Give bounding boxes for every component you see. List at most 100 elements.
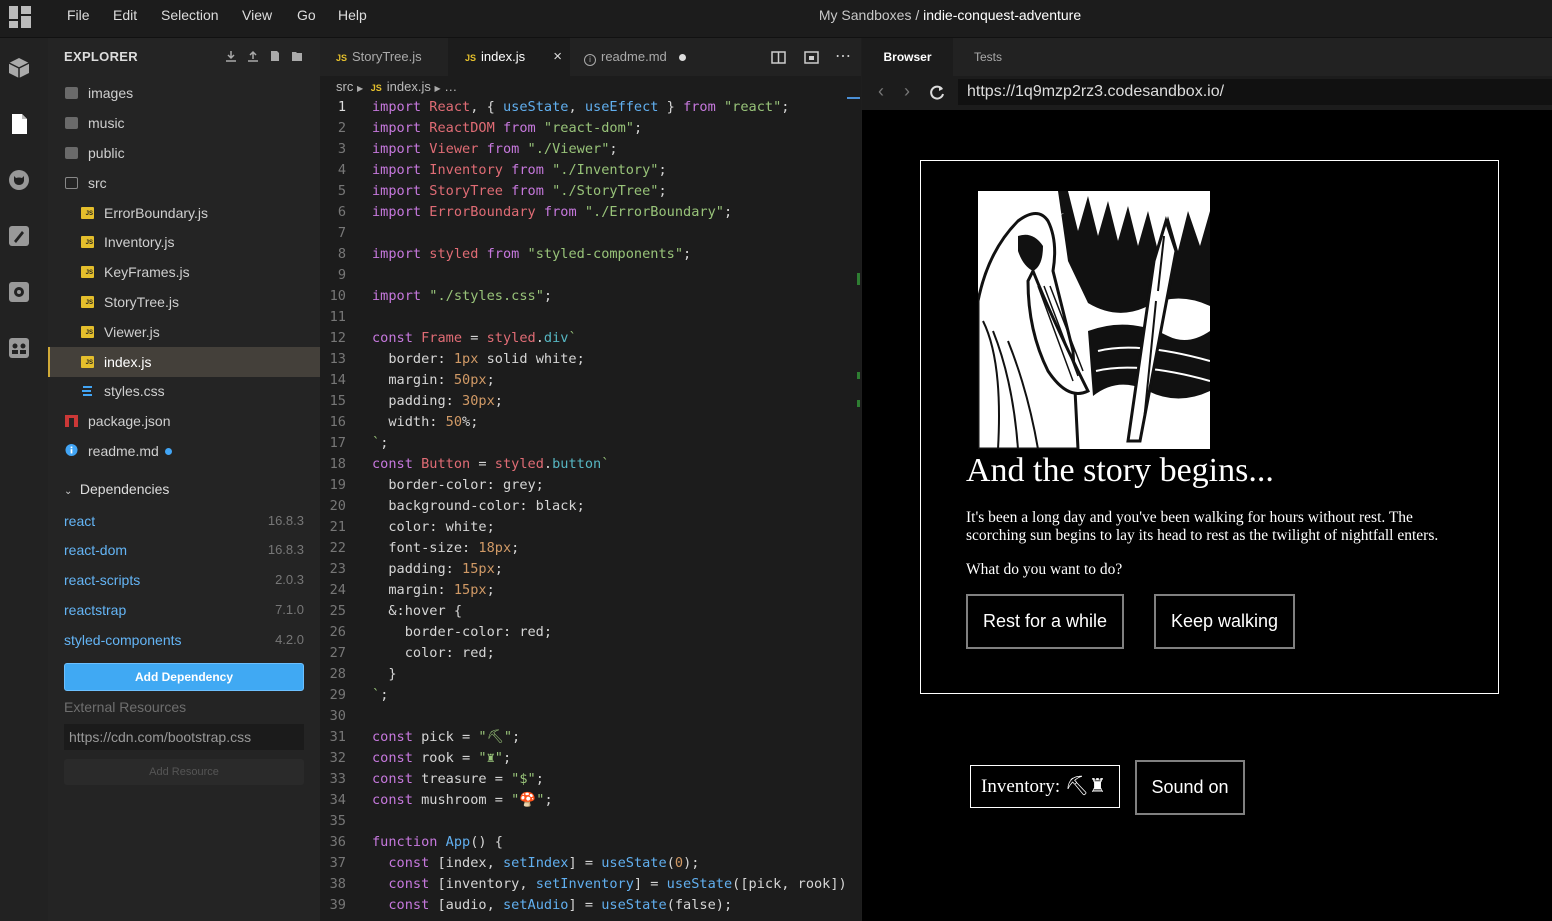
sound-toggle-button[interactable]: Sound on [1135, 760, 1245, 815]
dependency-react-dom[interactable]: react-dom 16.8.3 [64, 535, 304, 565]
tree-folder-images[interactable]: images [48, 78, 320, 108]
add-resource-button[interactable]: Add Resource [64, 759, 304, 785]
refresh-icon[interactable] [928, 84, 946, 102]
tree-file-errorboundary[interactable]: JS ErrorBoundary.js [48, 198, 320, 228]
add-dependency-button[interactable]: Add Dependency [64, 663, 304, 691]
dependency-reactstrap[interactable]: reactstrap 7.1.0 [64, 595, 304, 625]
line-number: 35 [329, 813, 346, 829]
code-line: padding: 15px; [372, 561, 503, 577]
js-file-icon: JS [336, 53, 348, 63]
live-collaboration-icon[interactable] [8, 337, 30, 359]
dependencies-header[interactable]: ⌄ Dependencies [64, 481, 169, 497]
title-prefix: My Sandboxes / [818, 7, 920, 23]
file-label: styles.css [104, 383, 165, 399]
code-line: } [372, 666, 397, 682]
upload-icon[interactable] [247, 50, 259, 62]
tree-file-inventory[interactable]: JS Inventory.js [48, 227, 320, 257]
code-line: const rook = "♜"; [372, 750, 512, 766]
code-editor: JS StoryTree.js JS index.js × i readme.md ⋯ … [320, 38, 861, 921]
forward-icon[interactable]: › [904, 81, 910, 102]
code-line: const pick = "⛏"; [372, 729, 521, 745]
dependency-version: 16.8.3 [267, 542, 304, 557]
line-number: 33 [329, 771, 346, 787]
deploy-rocket-icon[interactable] [8, 225, 30, 247]
rest-button[interactable]: Rest for a while [966, 594, 1124, 649]
tab-tests[interactable]: Tests [974, 38, 1002, 76]
editor-tab-bar: JS StoryTree.js JS index.js × i readme.md ⋯ [320, 38, 861, 76]
new-folder-icon[interactable] [291, 50, 303, 62]
project-info-icon[interactable] [8, 57, 30, 79]
line-number: 20 [329, 498, 346, 514]
code-line: font-size: 18px; [372, 540, 520, 556]
browser-nav-bar: ‹ › https://1q9mzp2rz3.codesandbox.io/ [862, 76, 1552, 110]
line-number: 10 [329, 288, 346, 304]
dependency-react[interactable]: react 16.8.3 [64, 506, 304, 536]
line-number: 36 [329, 834, 346, 850]
tab-storytree[interactable]: JS StoryTree.js [320, 38, 448, 76]
file-label: src [88, 175, 107, 191]
code-line: const treasure = "$"; [372, 771, 544, 787]
story-text: It's been a long day and you've been wal… [966, 509, 1439, 544]
folder-icon [65, 117, 78, 129]
split-editor-icon[interactable] [771, 51, 786, 64]
code-line: border: 1px solid white; [372, 351, 585, 367]
line-number: 19 [329, 477, 346, 493]
new-file-icon[interactable] [269, 50, 281, 62]
code-area[interactable]: 1 import React, { useState, useEffect } f… [320, 97, 861, 921]
file-explorer-icon[interactable] [8, 113, 30, 135]
keep-walking-button[interactable]: Keep walking [1154, 594, 1295, 649]
line-number: 21 [329, 519, 346, 535]
tree-folder-public[interactable]: public [48, 138, 320, 168]
code-line: const [inventory, setInventory] = useSta… [388, 876, 847, 892]
tree-file-keyframes[interactable]: JS KeyFrames.js [48, 257, 320, 287]
close-tab-icon[interactable]: × [553, 38, 562, 76]
info-icon: i [584, 54, 596, 66]
back-icon[interactable]: ‹ [878, 81, 884, 102]
code-line: const Frame = styled.div` [372, 330, 577, 346]
tree-file-storytree[interactable]: JS StoryTree.js [48, 287, 320, 317]
tab-index[interactable]: JS index.js × [448, 38, 570, 76]
line-number: 39 [329, 897, 346, 913]
tree-file-package[interactable]: package.json [48, 406, 320, 436]
file-label: music [88, 115, 125, 131]
dependency-name: react-scripts [64, 572, 141, 588]
code-line: import ErrorBoundary from "./ErrorBounda… [372, 204, 733, 220]
tree-folder-src[interactable]: src [48, 168, 320, 198]
address-bar[interactable]: https://1q9mzp2rz3.codesandbox.io/ [958, 79, 1552, 105]
dependency-name: react [64, 513, 96, 529]
preview-window-icon[interactable] [804, 51, 819, 64]
file-label: Viewer.js [104, 324, 160, 340]
tree-file-styles[interactable]: styles.css [48, 376, 320, 406]
dependency-react-scripts[interactable]: react-scripts 2.0.3 [64, 565, 304, 595]
dependency-version: 2.0.3 [275, 572, 304, 587]
breadcrumb-symbols[interactable]: … [444, 79, 457, 94]
more-options-icon[interactable]: ⋯ [835, 46, 852, 66]
line-number: 34 [329, 792, 346, 808]
code-line: `; [372, 435, 389, 451]
breadcrumb-folder[interactable]: src [336, 79, 353, 94]
tree-file-viewer[interactable]: JS Viewer.js [48, 317, 320, 347]
breadcrumb-file[interactable]: index.js [387, 79, 431, 94]
css-file-icon [82, 386, 92, 396]
external-resource-input[interactable]: https://cdn.com/bootstrap.css [64, 724, 304, 750]
code-line: padding: 30px; [372, 393, 503, 409]
tree-file-readme[interactable]: readme.md [48, 436, 320, 466]
code-line: function App() { [372, 834, 503, 850]
dependency-styled-components[interactable]: styled-components 4.2.0 [64, 625, 304, 655]
sandbox-name[interactable]: indie-conquest-adventure [923, 7, 1081, 23]
tree-file-index[interactable]: JS index.js [48, 347, 320, 377]
github-icon[interactable] [8, 169, 30, 191]
tree-folder-music[interactable]: music [48, 108, 320, 138]
line-number: 25 [329, 603, 346, 619]
sandbox-title: My Sandboxes / indie-conquest-adventure [0, 0, 1552, 30]
file-label: index.js [104, 354, 152, 370]
download-icon[interactable] [225, 50, 237, 62]
tab-readme[interactable]: i readme.md [570, 38, 700, 76]
settings-gear-icon[interactable] [8, 281, 30, 303]
line-number: 28 [329, 666, 346, 682]
code-line: const [audio, setAudio] = useState(false… [388, 897, 733, 913]
code-line: color: white; [372, 519, 495, 535]
folder-icon [65, 87, 78, 99]
js-file-icon: JS [81, 326, 94, 338]
tab-browser[interactable]: Browser [862, 38, 953, 76]
